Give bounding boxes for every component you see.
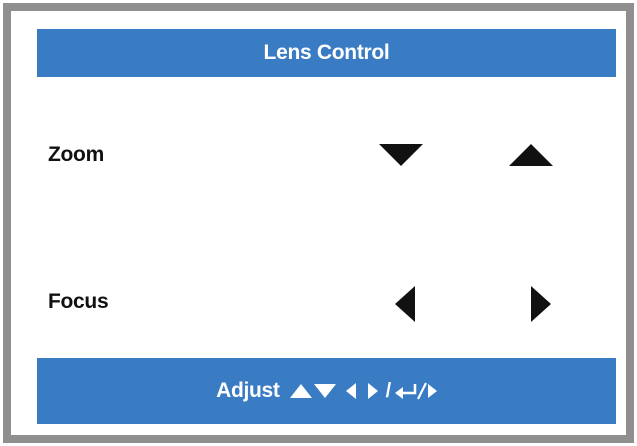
footer-hint-bar: Adjust / <box>37 358 616 424</box>
adjust-hint-icons: / <box>289 379 437 403</box>
triangle-right-icon <box>427 384 437 398</box>
triangle-left-icon <box>345 383 356 399</box>
triangle-down-icon <box>379 144 423 166</box>
focus-label: Focus <box>48 290 109 313</box>
adjust-hint-label: Adjust <box>216 379 280 402</box>
zoom-increase-button[interactable] <box>509 138 553 172</box>
zoom-decrease-button[interactable] <box>379 138 423 172</box>
triangle-left-icon <box>395 286 415 322</box>
focus-increase-button[interactable] <box>523 284 559 324</box>
divider-slash-icon <box>416 382 427 400</box>
separator-slash: / <box>385 379 392 402</box>
zoom-label: Zoom <box>48 143 104 166</box>
dialog-title: Lens Control <box>263 41 390 64</box>
focus-decrease-button[interactable] <box>387 284 423 324</box>
dialog-title-bar: Lens Control <box>37 29 616 77</box>
triangle-up-icon <box>509 144 553 166</box>
enter-icon <box>394 384 417 399</box>
triangle-up-icon <box>289 384 312 398</box>
triangle-down-icon <box>313 384 336 398</box>
triangle-right-icon <box>531 286 551 322</box>
lens-control-dialog: Lens Control Zoom Focus Adjust / <box>3 3 634 443</box>
triangle-right-icon <box>367 383 378 399</box>
